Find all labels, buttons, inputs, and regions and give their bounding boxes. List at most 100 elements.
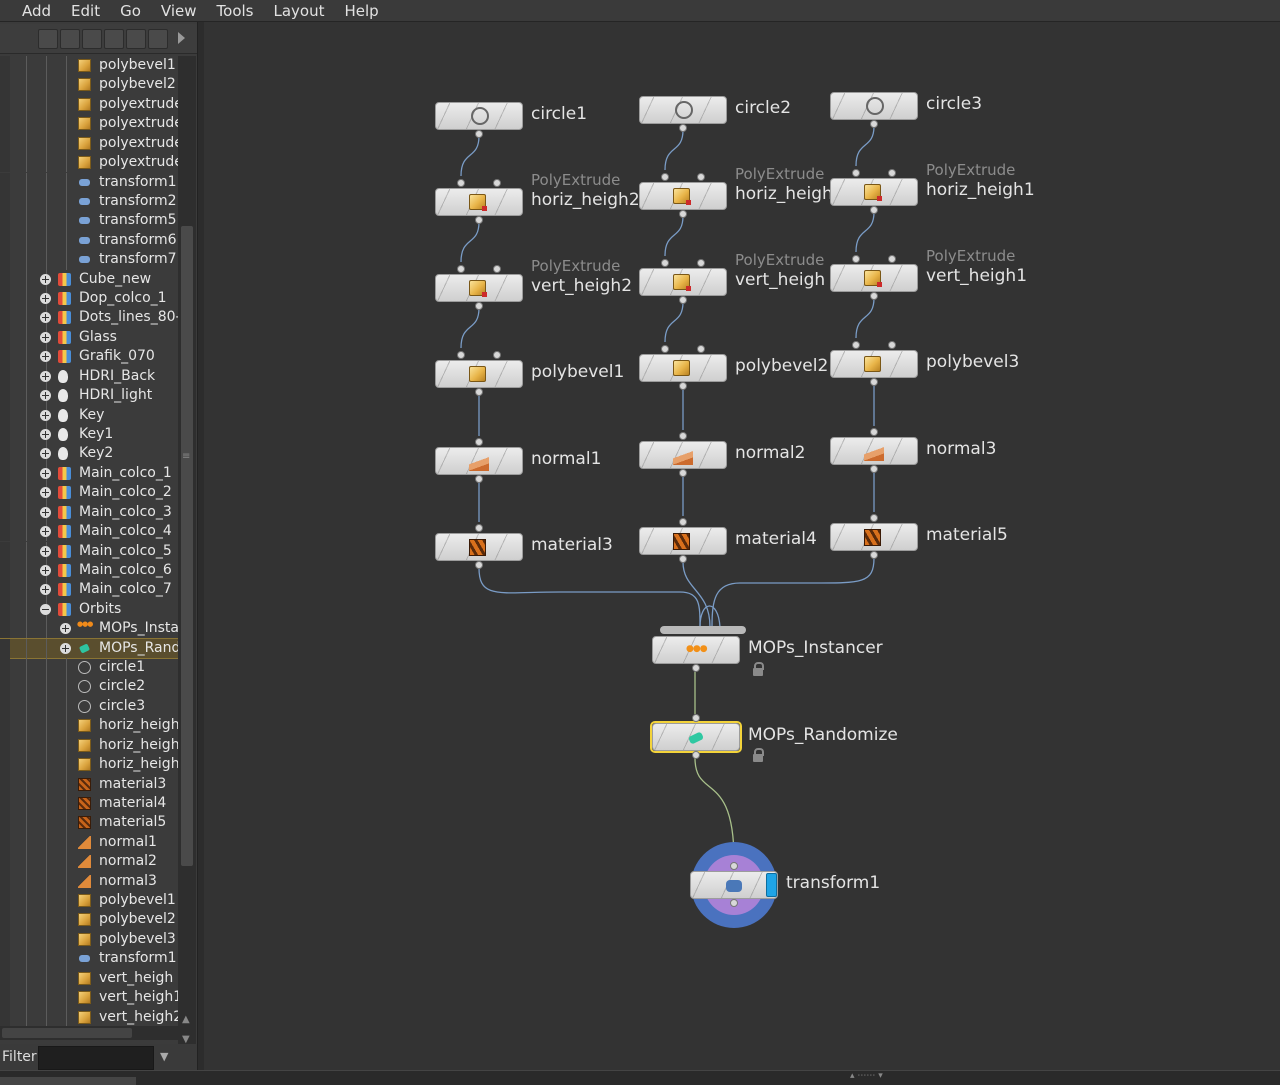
node-normal3[interactable] (830, 428, 918, 473)
node-horiz-heigh1[interactable] (830, 169, 918, 214)
input-port[interactable] (457, 265, 465, 273)
output-port[interactable] (870, 551, 878, 559)
randomize-icon (686, 729, 706, 747)
input-port[interactable] (679, 432, 687, 440)
input-port[interactable] (730, 862, 738, 870)
output-port[interactable] (870, 206, 878, 214)
input-port-2[interactable] (493, 179, 501, 187)
output-port[interactable] (679, 382, 687, 390)
input-port-2[interactable] (493, 351, 501, 359)
output-port[interactable] (475, 302, 483, 310)
wire-vert2-polybevel1 (460, 307, 480, 349)
output-port[interactable] (475, 130, 483, 138)
input-port-2[interactable] (697, 259, 705, 267)
output-port[interactable] (679, 469, 687, 477)
output-port[interactable] (679, 555, 687, 563)
output-port[interactable] (692, 664, 700, 672)
node-label-horiz-heigh1: horiz_heigh1 (926, 180, 1035, 200)
node-circle3[interactable] (830, 92, 918, 128)
wire-horiz1-vert1 (855, 211, 875, 253)
input-port-2[interactable] (888, 341, 896, 349)
input-port-2[interactable] (697, 173, 705, 181)
node-label-vert-heigh1: vert_heigh1 (926, 266, 1028, 286)
output-port[interactable] (475, 216, 483, 224)
input-port[interactable] (852, 341, 860, 349)
input-port[interactable] (679, 518, 687, 526)
node-vert-heigh1[interactable] (830, 255, 918, 300)
input-port[interactable] (852, 255, 860, 263)
wire-horiz2-vert2 (460, 221, 480, 263)
wire-horiz-vert (664, 215, 684, 257)
output-port[interactable] (679, 124, 687, 132)
node-label-circle2: circle2 (735, 98, 792, 118)
output-port[interactable] (475, 561, 483, 569)
instancer-merge-input[interactable] (660, 626, 746, 634)
node-horiz-heigh[interactable] (639, 173, 727, 218)
output-port[interactable] (679, 210, 687, 218)
node-label-polybevel2: polybevel2 (735, 356, 829, 376)
input-port-2[interactable] (888, 255, 896, 263)
node-normal2[interactable] (639, 432, 727, 477)
output-port[interactable] (870, 120, 878, 128)
lock-icon (753, 748, 764, 762)
input-port[interactable] (475, 438, 483, 446)
node-polybevel1[interactable] (435, 351, 523, 396)
input-port[interactable] (661, 259, 669, 267)
node-label-horiz-heigh2: horiz_heigh2 (531, 190, 640, 210)
extrude-mark-icon (877, 282, 882, 287)
node-label-circle3: circle3 (926, 94, 983, 114)
node-material4[interactable] (639, 518, 727, 563)
output-port[interactable] (730, 899, 738, 907)
display-flag[interactable] (766, 873, 777, 897)
node-transform1[interactable] (690, 862, 778, 907)
input-port[interactable] (661, 345, 669, 353)
output-port[interactable] (679, 296, 687, 304)
node-circle1[interactable] (435, 102, 523, 138)
output-port[interactable] (870, 292, 878, 300)
node-polybevel2[interactable] (639, 345, 727, 390)
input-port[interactable] (852, 169, 860, 177)
node-mops-instancer[interactable] (652, 636, 740, 672)
extrude-mark-icon (877, 196, 882, 201)
output-port[interactable] (870, 465, 878, 473)
input-port[interactable] (661, 173, 669, 181)
polyextrude-icon (469, 194, 487, 211)
node-label-mops-instancer: MOPs_Instancer (748, 638, 883, 658)
node-mops-randomize[interactable] (652, 714, 740, 759)
output-port[interactable] (692, 751, 700, 759)
extrude-mark-icon (482, 292, 487, 297)
node-material3[interactable] (435, 524, 523, 569)
node-vert-heigh[interactable] (639, 259, 727, 304)
polyextrude-icon (469, 280, 487, 297)
node-label-polybevel1: polybevel1 (531, 362, 625, 382)
output-port[interactable] (475, 388, 483, 396)
resize-grip-icon[interactable]: ▴ ⋯⋯ ▾ (850, 1071, 883, 1081)
wire-material3-instancer (478, 567, 701, 628)
output-port[interactable] (870, 378, 878, 386)
node-vert-heigh2[interactable] (435, 265, 523, 310)
node-material5[interactable] (830, 514, 918, 559)
input-port[interactable] (870, 514, 878, 522)
input-port[interactable] (457, 351, 465, 359)
input-port-2[interactable] (493, 265, 501, 273)
input-port-2[interactable] (697, 345, 705, 353)
circle-icon (675, 101, 693, 119)
lock-icon (753, 662, 764, 676)
wire-vert-polybevel2 (664, 301, 684, 343)
polyextrude-icon (864, 270, 882, 287)
node-horiz-heigh2[interactable] (435, 179, 523, 224)
node-type-vert-heigh1: PolyExtrude (926, 247, 1016, 265)
node-normal1[interactable] (435, 438, 523, 483)
polybevel-icon (469, 366, 486, 382)
output-port[interactable] (475, 475, 483, 483)
bottom-tab[interactable] (0, 1077, 136, 1085)
node-polybevel3[interactable] (830, 341, 918, 386)
node-circle2[interactable] (639, 96, 727, 132)
input-port[interactable] (692, 714, 700, 722)
input-port[interactable] (475, 524, 483, 532)
input-port-2[interactable] (888, 169, 896, 177)
input-port[interactable] (457, 179, 465, 187)
node-type-horiz-heigh1: PolyExtrude (926, 161, 1016, 179)
input-port[interactable] (870, 428, 878, 436)
node-label-vert-heigh: vert_heigh (735, 270, 826, 290)
